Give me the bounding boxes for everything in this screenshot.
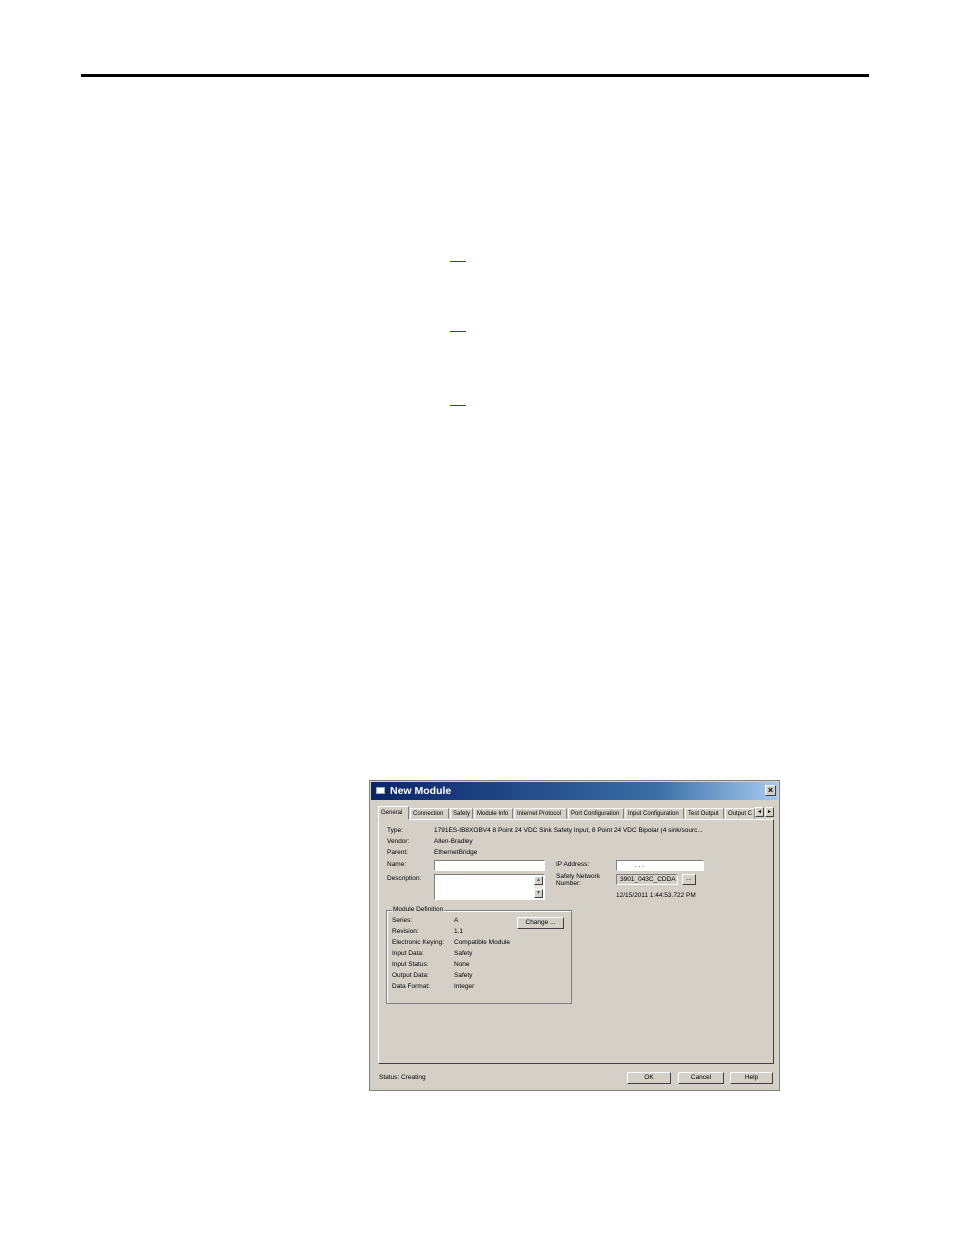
chevron-left-icon: ◂ — [757, 809, 761, 815]
dialog-title-bar[interactable]: New Module × — [371, 782, 778, 800]
close-icon: × — [767, 785, 774, 795]
electronic-keying-label: Electronic Keying: — [392, 939, 445, 946]
tab-strip: General Connection Safety Module Info In… — [378, 806, 774, 820]
type-value: 1791ES-IB8XOBV4 8 Point 24 VDC Sink Safe… — [434, 827, 703, 834]
data-format-value: Integer — [454, 983, 475, 990]
scroll-down-arrow-icon[interactable]: ▼ — [534, 889, 543, 898]
dialog-title: New Module — [390, 785, 452, 797]
data-format-label: Data Format: — [392, 983, 430, 990]
input-status-value: None — [454, 961, 470, 968]
series-label: Series: — [392, 917, 413, 924]
safety-network-browse-button[interactable]: ... — [682, 874, 696, 885]
close-button[interactable]: × — [765, 785, 776, 796]
step-link-1[interactable] — [450, 261, 466, 262]
description-scrollbar[interactable]: ▲ ▼ — [534, 876, 543, 898]
ip-address-input[interactable]: . . . — [616, 860, 704, 871]
tab-safety[interactable]: Safety — [450, 808, 473, 819]
electronic-keying-value: Compatible Module — [454, 939, 511, 946]
scroll-up-arrow-icon[interactable]: ▲ — [534, 876, 543, 885]
output-data-label: Output Data: — [392, 972, 429, 979]
input-data-label: Input Data: — [392, 950, 424, 957]
safety-network-label-line2: Number: — [556, 880, 581, 887]
parent-label: Parent: — [387, 849, 408, 856]
new-module-dialog: New Module × General Connection Safety M… — [369, 780, 780, 1091]
input-data-value: Safety — [454, 950, 473, 957]
name-input[interactable] — [434, 860, 545, 871]
tab-module-info[interactable]: Module Info — [474, 808, 513, 819]
tab-general[interactable]: General — [378, 806, 409, 820]
page-header-rule — [81, 74, 869, 77]
status-text: Status: Creating — [379, 1074, 426, 1081]
module-definition-legend: Module Definition — [392, 906, 445, 913]
safety-network-timestamp: 12/15/2011 1:44:53.722 PM — [616, 892, 696, 899]
output-data-value: Safety — [454, 972, 473, 979]
vendor-label: Vendor: — [387, 838, 410, 845]
chevron-right-icon: ▸ — [767, 809, 771, 815]
description-textarea[interactable]: ▲ ▼ — [434, 874, 545, 900]
tab-input-configuration[interactable]: Input Configuration — [625, 808, 684, 819]
name-label: Name: — [387, 861, 407, 868]
window-icon — [376, 787, 385, 794]
type-label: Type: — [387, 827, 403, 834]
tab-scroll-left-button[interactable]: ◂ — [755, 807, 764, 817]
series-value: A — [454, 917, 459, 924]
vendor-value: Allen-Bradley — [434, 838, 473, 845]
tab-connection[interactable]: Connection — [410, 808, 449, 819]
step-link-2[interactable] — [450, 331, 466, 332]
tab-internet-protocol[interactable]: Internet Protocol — [514, 808, 567, 819]
ip-address-label: IP Address: — [556, 861, 590, 868]
cancel-button[interactable]: Cancel — [678, 1072, 724, 1084]
tab-test-output[interactable]: Test Output — [685, 808, 724, 819]
safety-network-label-line1: Safety Network — [556, 873, 601, 880]
revision-value: 1.1 — [454, 928, 464, 935]
tab-port-configuration[interactable]: Port Configuration — [568, 808, 624, 819]
tab-scroll-right-button[interactable]: ▸ — [765, 807, 774, 817]
revision-label: Revision: — [392, 928, 419, 935]
tab-output-configuration[interactable]: Output C — [725, 808, 755, 819]
safety-network-number-field: 3901_043C_CDDA — [616, 874, 678, 885]
help-button[interactable]: Help — [730, 1072, 773, 1084]
step-link-3[interactable] — [450, 405, 466, 406]
input-status-label: Input Status: — [392, 961, 429, 968]
description-label: Description: — [387, 875, 422, 882]
ok-button[interactable]: OK — [627, 1072, 671, 1084]
parent-value: EthernetBridge — [434, 849, 478, 856]
module-definition-group: Module Definition Change ... Series: A R… — [386, 906, 572, 1004]
change-button[interactable]: Change ... — [517, 917, 564, 929]
general-tab-panel: Type: 1791ES-IB8XOBV4 8 Point 24 VDC Sin… — [378, 819, 774, 1064]
